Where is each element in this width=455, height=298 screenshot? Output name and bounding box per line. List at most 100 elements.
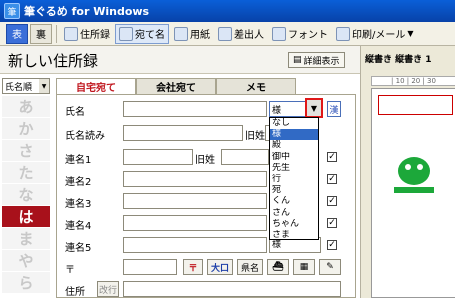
kana-index-ta[interactable]: た [2,162,50,184]
app-icon: 筆 [4,3,20,19]
toolbar-separator [56,24,57,43]
reading-label: 氏名読み [65,131,105,142]
postcode-box [378,95,453,115]
rename1-checkbox[interactable]: ✓ [327,152,337,162]
postal-input[interactable] [123,259,177,275]
stamp-graphic [394,157,434,193]
name-input[interactable] [123,101,267,117]
honorific-dropdown-list: なし 様 殿 御中 先生 行 宛 くん さん ちゃん さま [269,117,319,240]
newline-button[interactable]: 改行 [97,281,119,297]
honorific-option[interactable]: 先生 [270,163,318,174]
rename5-checkbox[interactable]: ✓ [327,240,337,250]
honorific-option[interactable]: 行 [270,174,318,185]
rename2-label: 連名2 [65,177,92,188]
print-mail-button[interactable]: 印刷/メール ▼ [333,24,417,44]
postcard-preview[interactable] [371,88,455,298]
rename3-checkbox[interactable]: ✓ [327,196,337,206]
detail-icon: ▤ [293,55,302,65]
rename1-former-input[interactable] [221,149,269,165]
kana-index-na[interactable]: な [2,184,50,206]
postal-label: 〒 [65,265,75,276]
kana-index-ra[interactable]: ら [2,272,50,294]
rename3-input[interactable] [123,193,267,209]
honorific-option[interactable]: 宛 [270,185,318,196]
omote-label: 表 [12,30,22,41]
rename4-checkbox[interactable]: ✓ [327,218,337,228]
honorific-option[interactable]: くん [270,196,318,207]
former-name-label: 旧姓 [245,131,265,142]
font-button[interactable]: フォント [269,24,331,44]
postal-lookup-button[interactable]: 〒 [183,259,203,275]
tab-memo[interactable]: メモ [216,78,296,94]
tab-home[interactable]: 自宅宛て [56,78,136,94]
rename4-label: 連名4 [65,221,92,232]
rename2-input[interactable] [123,171,267,187]
rename4-input[interactable] [123,215,267,231]
address-tabs: 自宅宛て 会社宛て メモ [56,78,296,94]
address-book-label: 住所録 [80,30,110,41]
rename5-label: 連名5 [65,243,92,254]
chevron-down-icon: ▼ [407,29,414,38]
map-icon[interactable]: ⛴ [267,259,289,275]
address-panel: 新しい住所録 ▤ 詳細表示 氏名順 ▼ あ か さ た な は ま や ら 自宅宛… [0,46,360,298]
kana-index-ka[interactable]: か [2,118,50,140]
font-icon [272,26,286,41]
rename2-checkbox[interactable]: ✓ [327,174,337,184]
honorific-option[interactable]: なし [270,118,318,129]
honorific-option[interactable]: 御中 [270,152,318,163]
preview-title: 縦書き 縦書き 1 [365,55,432,65]
honorific-option[interactable]: さま [270,230,318,241]
kana-index-ya[interactable]: や [2,250,50,272]
rename5-honorific-value: 様 [272,240,282,250]
grid-icon[interactable]: ▦ [293,259,315,275]
atena-button[interactable]: 宛て名 [115,23,169,44]
name-label: 氏名 [65,107,85,118]
rename1-input[interactable] [123,149,193,165]
reading-input[interactable] [123,125,243,141]
kana-index-a[interactable]: あ [2,96,50,118]
ruler: | 10 | 20 | 30 [371,76,455,86]
address-book-button[interactable]: 住所録 [61,24,113,44]
chevron-down-icon: ▼ [310,103,318,113]
preview-panel: 縦書き 縦書き 1 | 10 | 20 | 30 [360,46,455,298]
honorific-value: 様 [272,105,282,116]
honorific-option[interactable]: 殿 [270,140,318,151]
print-mail-label: 印刷/メール [352,30,406,41]
sender-icon [218,26,232,41]
omote-button[interactable]: 表 [6,23,28,44]
kana-index-ma[interactable]: ま [2,228,50,250]
large-office-button[interactable]: 大口 [207,259,233,275]
sender-button[interactable]: 差出人 [215,24,267,44]
sort-order-select[interactable]: 氏名順 ▼ [2,78,50,94]
kana-index-ha[interactable]: は [2,206,50,228]
rename1-former-label: 旧姓 [195,155,215,166]
rename1-label: 連名1 [65,155,92,166]
honorific-option[interactable]: ちゃん [270,219,318,230]
atena-icon [119,26,133,41]
rename3-label: 連名3 [65,199,92,210]
prefecture-button[interactable]: 県名 [237,259,263,275]
atena-label: 宛て名 [135,30,165,41]
tab-company[interactable]: 会社宛て [136,78,216,94]
kana-index: あ か さ た な は ま や ら [2,96,50,298]
paper-button[interactable]: 用紙 [171,24,213,44]
kanji-button[interactable]: 漢 [327,101,341,117]
sender-label: 差出人 [234,30,264,41]
sort-value: 氏名順 [5,82,33,93]
detail-label: 詳細表示 [303,56,340,67]
honorific-option[interactable]: さん [270,208,318,219]
kana-index-sa[interactable]: さ [2,140,50,162]
printer-icon [336,26,350,41]
address-form: 氏名 様 ▼ 漢 氏名読み 旧姓 連名1 旧姓 ✓ 連名2 ✓ 連名3 ✓ 連名… [56,94,356,298]
ura-button[interactable]: 裏 [30,23,52,44]
toolbar: 表 裏 住所録 宛て名 用紙 差出人 フォント 印刷/メール ▼ [0,22,455,46]
detail-view-button[interactable]: ▤ 詳細表示 [288,52,345,68]
ura-label: 裏 [36,30,46,41]
address-input[interactable] [123,281,341,297]
paper-label: 用紙 [190,30,210,41]
pen-icon[interactable]: ✎ [319,259,341,275]
honorific-dropdown-button[interactable]: ▼ [305,98,323,118]
honorific-option-selected[interactable]: 様 [270,129,318,141]
rename5-input[interactable] [123,237,267,253]
font-label: フォント [288,30,328,41]
